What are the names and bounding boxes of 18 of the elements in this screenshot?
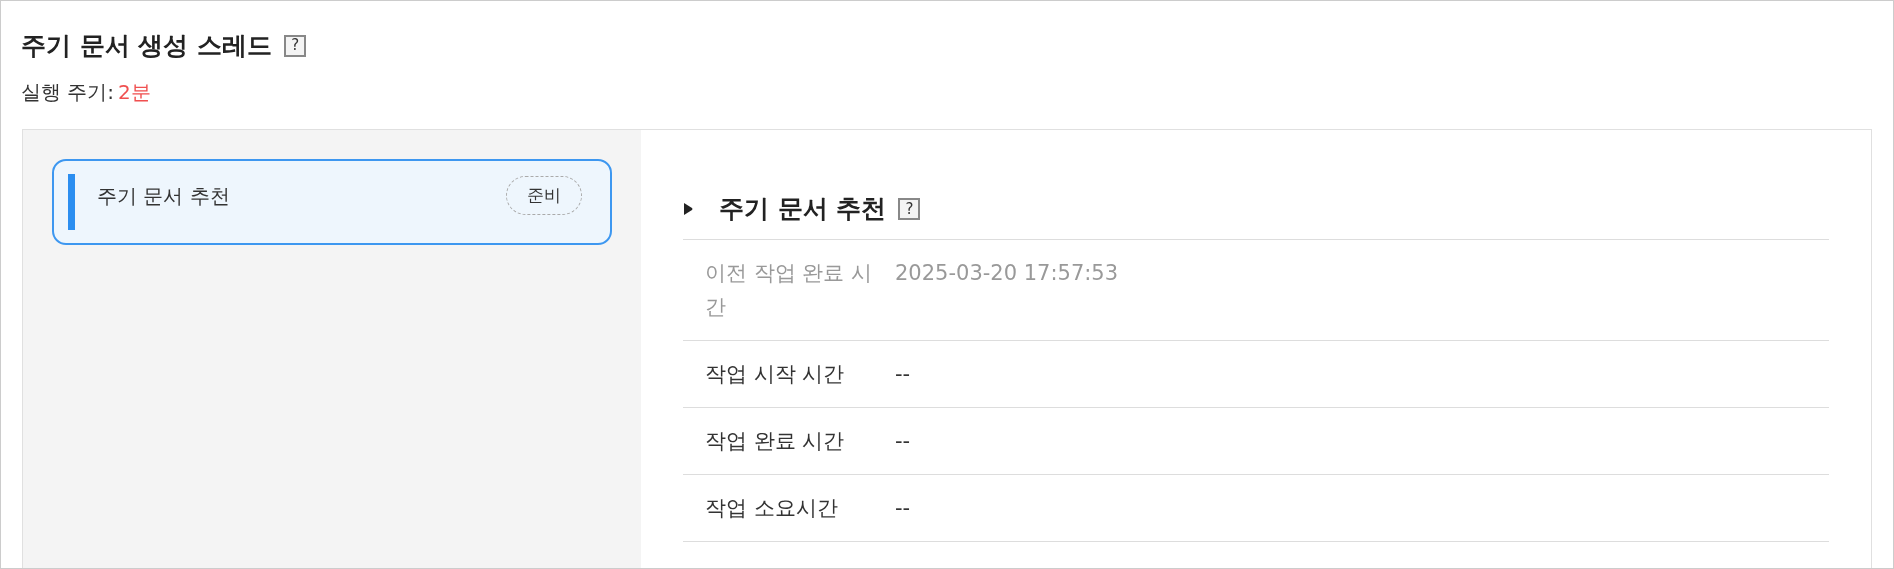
task-card[interactable]: 주기 문서 추천 준비	[52, 158, 612, 245]
row-value: --	[895, 360, 911, 388]
period-value: 2분	[118, 78, 151, 106]
row-label: 작업 소요시간	[705, 494, 839, 522]
row-value: --	[895, 494, 911, 522]
triangle-icon	[683, 202, 693, 216]
page-title: 주기 문서 생성 스레드	[21, 30, 273, 62]
selection-bar	[68, 173, 75, 230]
period-label: 실행 주기:	[21, 78, 115, 106]
help-icon[interactable]: ?	[284, 34, 307, 57]
row-value: --	[895, 427, 911, 455]
row-value: 2025-03-20 17:57:53	[895, 259, 1119, 287]
task-name: 주기 문서 추천	[97, 182, 231, 210]
row-label: 이전 작업 완료 시간	[705, 259, 874, 321]
help-icon[interactable]: ?	[898, 198, 921, 220]
section-title: 주기 문서 추천	[719, 193, 887, 226]
row-label: 작업 시작 시간	[705, 360, 846, 388]
row-label: 작업 완료 시간	[705, 427, 846, 455]
